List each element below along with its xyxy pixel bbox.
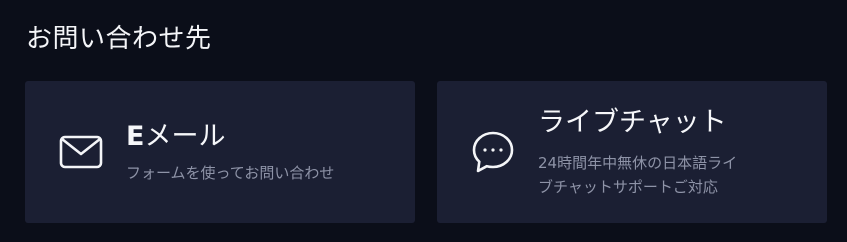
chat-description-line-1: 24時間年中無休の日本語ライ bbox=[538, 154, 738, 172]
live-chat-contact-card[interactable]: ライブチャット 24時間年中無休の日本語ライ ブチャットサポートご対応 bbox=[437, 81, 827, 223]
chat-description-line-2: ブチャットサポートご対応 bbox=[538, 178, 718, 196]
email-title: Eメール bbox=[126, 119, 399, 155]
section-title: お問い合わせ先 bbox=[26, 24, 212, 54]
chat-title: ライブチャット bbox=[538, 107, 727, 138]
email-description: フォームを使ってお問い合わせ bbox=[126, 164, 335, 182]
chat-text-block: ライブチャット 24時間年中無休の日本語ライ ブチャットサポートご対応 bbox=[538, 81, 811, 223]
envelope-icon bbox=[58, 129, 104, 175]
email-text-block: Eメール フォームを使ってお問い合わせ bbox=[126, 81, 399, 223]
email-title-rest: メール bbox=[144, 121, 226, 152]
email-title-prefix: E bbox=[126, 121, 145, 152]
chat-description: 24時間年中無休の日本語ライ ブチャットサポートご対応 bbox=[538, 151, 811, 199]
chat-bubble-icon bbox=[470, 129, 516, 175]
email-contact-card[interactable]: Eメール フォームを使ってお問い合わせ bbox=[25, 81, 415, 223]
